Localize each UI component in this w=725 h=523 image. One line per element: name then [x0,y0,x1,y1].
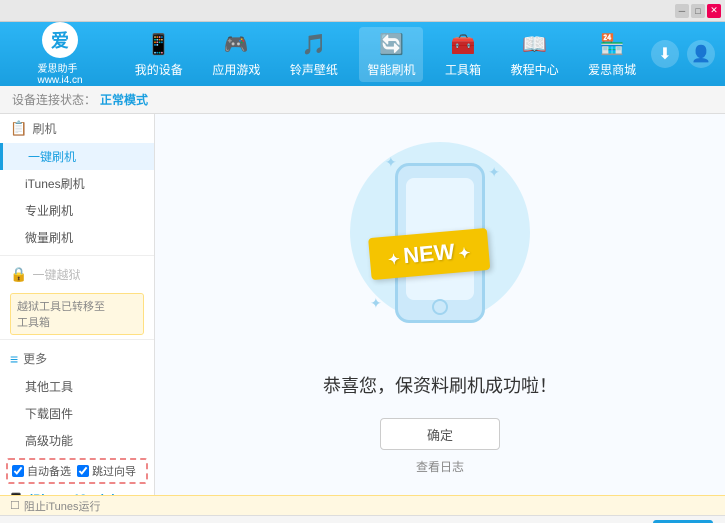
sidebar-item-other-tools[interactable]: 其他工具 [0,373,154,400]
logo-area: 爱 爱思助手 www.i4.cn [0,22,120,86]
nav-right-buttons: ⬇ 👤 [651,40,725,68]
main-layout: 📋 刷机 一键刷机 iTunes刷机 专业刷机 微量刷机 [0,114,725,495]
sidebar-item-itunes-flash[interactable]: iTunes刷机 [0,170,154,197]
device-info-panel: 📱 iPhone 12 mini 64GB Down-12mini-13,1 [0,488,154,495]
download-btn[interactable]: ⬇ [651,40,679,68]
sidebar-item-pro-flash[interactable]: 专业刷机 [0,197,154,224]
sparkle-2: ✦ [488,164,500,181]
sidebar: 📋 刷机 一键刷机 iTunes刷机 专业刷机 微量刷机 [0,114,155,495]
phone-home-button [432,299,448,315]
smart-shop-icon: 🔄 [377,31,405,59]
illustration: NEW ✦ ✦ ✦ [330,134,550,352]
minimize-btn[interactable]: ─ [675,4,689,18]
skip-wizard-checkbox[interactable]: 跳过向导 [77,463,136,479]
wisdomcity-icon: 🏪 [598,31,626,59]
nav-toolbox[interactable]: 🧰 工具箱 [437,27,489,82]
nav-tutorial[interactable]: 📖 教程中心 [503,27,567,82]
flash-section-icon: 📋 [10,120,27,137]
top-nav: 爱 爱思助手 www.i4.cn 📱 我的设备 🎮 应用游戏 🎵 铃声壁纸 🔄 … [0,22,725,86]
apps-games-icon: 🎮 [222,31,250,59]
toolbox-icon: 🧰 [449,31,477,59]
content-area: NEW ✦ ✦ ✦ 恭喜您，保资料刷机成功啦！ 确定 查看日志 [155,114,725,495]
close-btn[interactable]: ✕ [707,4,721,18]
device-phone-icon: 📱 [6,492,26,495]
ringtones-icon: 🎵 [300,31,328,59]
bottom-area: ☐ 阻止iTunes运行 V7.98.66 客服 微信公众号 检查更新 [0,495,725,523]
nav-my-device[interactable]: 📱 我的设备 [127,27,191,82]
logo-text: 爱思助手 www.i4.cn [37,60,82,86]
title-bar: ─ □ ✕ [0,0,725,22]
nav-smart-shop[interactable]: 🔄 智能刷机 [359,27,423,82]
bottom-right-area: V7.98.66 客服 微信公众号 检查更新 [12,520,713,523]
sparkle-3: ✦ [370,295,382,312]
status-value: 正常模式 [100,91,148,108]
itunes-bar: ☐ 阻止iTunes运行 [0,495,725,515]
sidebar-section-jailbreak[interactable]: 🔒 一键越狱 [0,260,154,289]
sidebar-sections: 📋 刷机 一键刷机 iTunes刷机 专业刷机 微量刷机 [0,114,154,454]
my-device-icon: 📱 [145,31,173,59]
sidebar-bottom: 自动备选 跳过向导 📱 iPhone 12 mini 64GB Down-12m… [0,454,154,495]
jailbreak-section-icon: 🔒 [10,266,27,283]
status-label: 设备连接状态： [12,91,96,108]
itunes-label: 阻止iTunes运行 [24,498,101,514]
tutorial-icon: 📖 [521,31,549,59]
sidebar-divider-1 [0,255,154,256]
auto-backup-checkbox[interactable]: 自动备选 [12,463,71,479]
more-section-icon: ≡ [10,351,18,367]
status-bar: 设备连接状态： 正常模式 [0,86,725,114]
sparkle-1: ✦ [385,154,397,171]
update-button[interactable]: 检查更新 [653,520,713,523]
confirm-button[interactable]: 确定 [380,418,500,450]
nav-ringtones[interactable]: 🎵 铃声壁纸 [282,27,346,82]
sidebar-section-flash[interactable]: 📋 刷机 [0,114,154,143]
bottom-status-bar: V7.98.66 客服 微信公众号 检查更新 [0,515,725,523]
app-window: ─ □ ✕ 爱 爱思助手 www.i4.cn 📱 我的设备 🎮 应用游戏 🎵 铃… [0,0,725,523]
jailbreak-warning: 越狱工具已转移至 工具箱 [10,293,144,335]
nav-apps-games[interactable]: 🎮 应用游戏 [204,27,268,82]
device-details: iPhone 12 mini 64GB Down-12mini-13,1 [30,492,115,495]
sidebar-item-download-firmware[interactable]: 下载固件 [0,400,154,427]
nav-items: 📱 我的设备 🎮 应用游戏 🎵 铃声壁纸 🔄 智能刷机 🧰 工具箱 📖 [120,27,651,82]
success-text: 恭喜您，保资料刷机成功啦！ [323,372,557,398]
view-log-link[interactable]: 查看日志 [416,458,464,475]
sidebar-item-advanced[interactable]: 高级功能 [0,427,154,454]
sidebar-item-one-click-flash[interactable]: 一键刷机 [0,143,154,170]
sidebar-section-more[interactable]: ≡ 更多 [0,344,154,373]
user-btn[interactable]: 👤 [687,40,715,68]
logo-icon: 爱 [42,22,78,58]
maximize-btn[interactable]: □ [691,4,705,18]
sidebar-divider-2 [0,339,154,340]
nav-wisdomcity[interactable]: 🏪 爱思商城 [580,27,644,82]
itunes-checkbox-icon: ☐ [10,499,20,512]
sidebar-item-save-flash[interactable]: 微量刷机 [0,224,154,251]
